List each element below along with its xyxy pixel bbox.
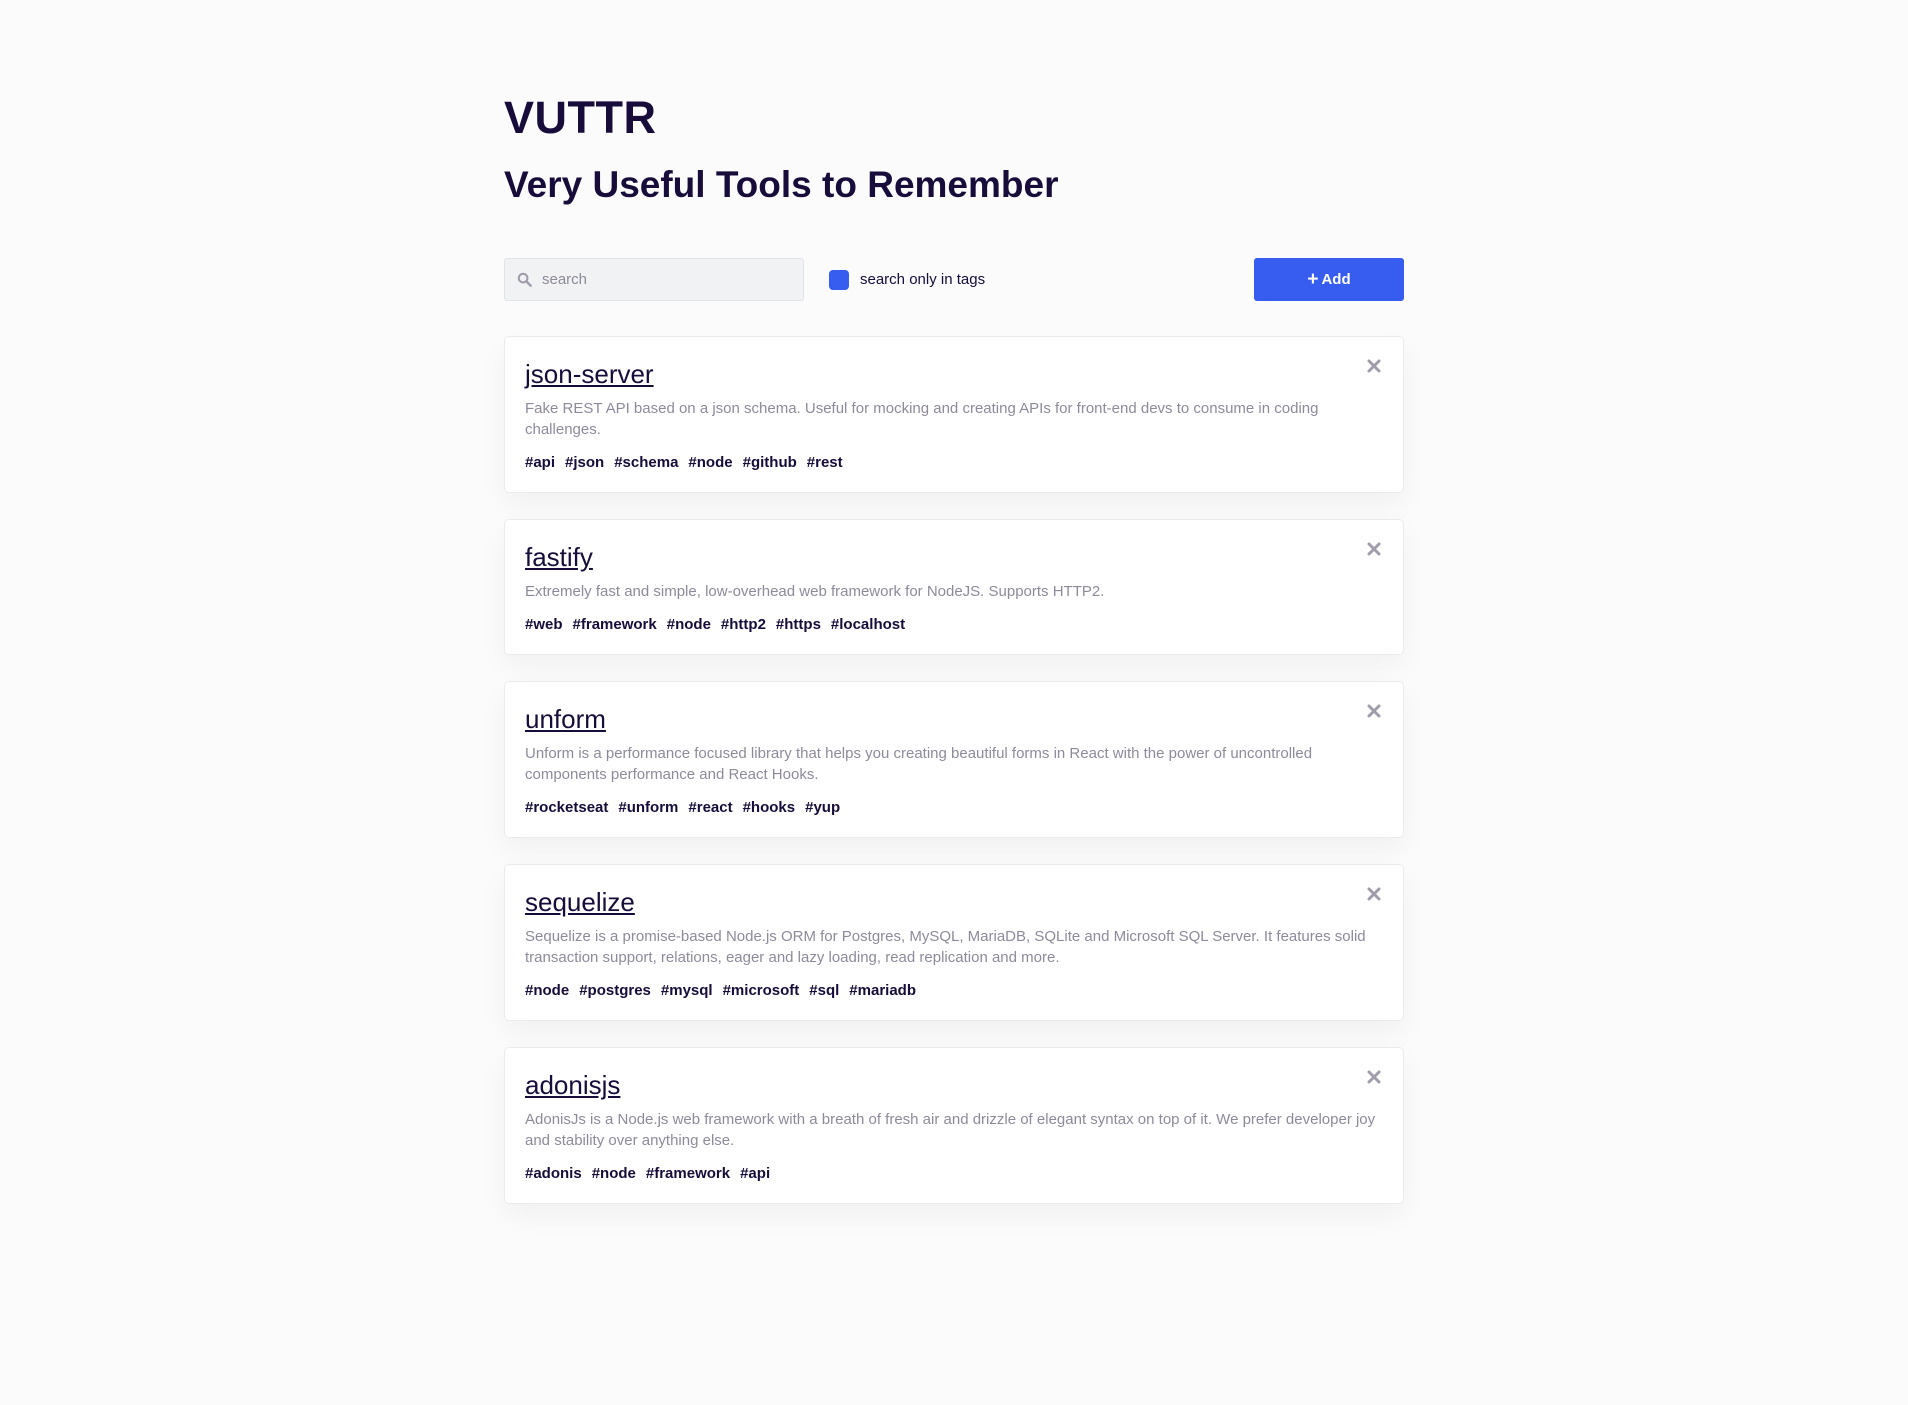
tool-tags: #web #framework #node #http2 #https #localhos… bbox=[525, 616, 1383, 654]
tags-only-label: search only in tags bbox=[860, 271, 986, 288]
tool-tag: #yup bbox=[805, 799, 841, 816]
plus-icon: + bbox=[1307, 269, 1319, 290]
remove-tool-button[interactable] bbox=[1362, 1065, 1386, 1089]
search-box[interactable] bbox=[504, 258, 804, 301]
add-tool-button[interactable]: + Add bbox=[1254, 258, 1404, 301]
tool-card: json-server Fake REST API based on a jso… bbox=[504, 336, 1404, 493]
tool-tags: #adonis #node #framework #api bbox=[525, 1165, 1383, 1203]
close-icon bbox=[1367, 887, 1381, 901]
tool-tag: #framework bbox=[572, 616, 657, 633]
tool-card: adonisjs AdonisJs is a Node.js web frame… bbox=[504, 1047, 1404, 1204]
close-icon bbox=[1367, 704, 1381, 718]
tool-tag: #node bbox=[666, 616, 711, 633]
close-icon bbox=[1367, 359, 1381, 373]
tool-tag: #https bbox=[775, 616, 821, 633]
tool-tag: #react bbox=[688, 799, 733, 816]
tool-tags: #rocketseat #unform #react #hooks #yup bbox=[525, 799, 1383, 837]
tool-tag: #github bbox=[742, 454, 797, 471]
tool-card: fastify Extremely fast and simple, low-o… bbox=[504, 519, 1404, 655]
tool-tag: #rocketseat bbox=[525, 799, 609, 816]
remove-tool-button[interactable] bbox=[1362, 882, 1386, 906]
close-icon bbox=[1367, 1070, 1381, 1084]
tool-name-link[interactable]: sequelize bbox=[525, 886, 635, 918]
tool-description: Extremely fast and simple, low-overhead … bbox=[525, 583, 1105, 600]
tool-tag: #node bbox=[525, 982, 570, 999]
tool-tag: #localhost bbox=[830, 616, 906, 633]
remove-tool-button[interactable] bbox=[1362, 699, 1386, 723]
tool-tag: #sql bbox=[809, 982, 840, 999]
tool-description: Fake REST API based on a json schema. Us… bbox=[525, 400, 1319, 438]
tool-tag: #schema bbox=[614, 454, 679, 471]
tool-tag: #node bbox=[591, 1165, 636, 1182]
tool-tag: #adonis bbox=[525, 1165, 582, 1182]
tool-tag: #api bbox=[740, 1165, 771, 1182]
tool-tag: #http2 bbox=[720, 616, 766, 633]
tool-tags: #node #postgres #mysql #microsoft #sql #maria… bbox=[525, 982, 1383, 1020]
tool-description: Unform is a performance focused library … bbox=[525, 745, 1313, 783]
toolbar: search only in tags + Add bbox=[504, 258, 1404, 301]
tool-tags: #api #json #schema #node #github #rest bbox=[525, 454, 1383, 492]
tool-tag: #rest bbox=[806, 454, 843, 471]
tool-tag: #api bbox=[525, 454, 556, 471]
remove-tool-button[interactable] bbox=[1362, 537, 1386, 561]
app-title: VUTTR bbox=[504, 92, 657, 143]
tool-card: unform Unform is a performance focused l… bbox=[504, 681, 1404, 838]
tool-tag: #hooks bbox=[742, 799, 796, 816]
tags-only-checkbox[interactable] bbox=[829, 269, 849, 290]
tool-tag: #postgres bbox=[579, 982, 651, 999]
tool-name-link[interactable]: fastify bbox=[525, 541, 593, 573]
close-icon bbox=[1367, 542, 1381, 556]
tool-name-link[interactable]: json-server bbox=[525, 358, 654, 390]
tool-name-link[interactable]: unform bbox=[525, 703, 606, 735]
tool-list: json-server Fake REST API based on a jso… bbox=[504, 336, 1404, 1230]
tags-only-filter[interactable]: search only in tags bbox=[829, 258, 985, 301]
tool-tag: #unform bbox=[618, 799, 679, 816]
tool-tag: #framework bbox=[645, 1165, 731, 1182]
app-subtitle: Very Useful Tools to Remember bbox=[504, 164, 1059, 205]
tool-description: AdonisJs is a Node.js web framework with… bbox=[525, 1111, 1376, 1149]
tool-tag: #microsoft bbox=[722, 982, 800, 999]
tool-name-link[interactable]: adonisjs bbox=[525, 1069, 620, 1101]
tool-tag: #mysql bbox=[660, 982, 713, 999]
tool-description: Sequelize is a promise-based Node.js ORM… bbox=[525, 928, 1366, 966]
remove-tool-button[interactable] bbox=[1362, 354, 1386, 378]
search-input[interactable] bbox=[542, 271, 792, 288]
tool-tag: #json bbox=[565, 454, 605, 471]
tool-tag: #node bbox=[688, 454, 733, 471]
add-button-label: Add bbox=[1321, 271, 1351, 288]
tool-card: sequelize Sequelize is a promise-based N… bbox=[504, 864, 1404, 1021]
tool-tag: #web bbox=[525, 616, 563, 633]
search-icon bbox=[516, 272, 532, 288]
tool-tag: #mariadb bbox=[849, 982, 916, 999]
